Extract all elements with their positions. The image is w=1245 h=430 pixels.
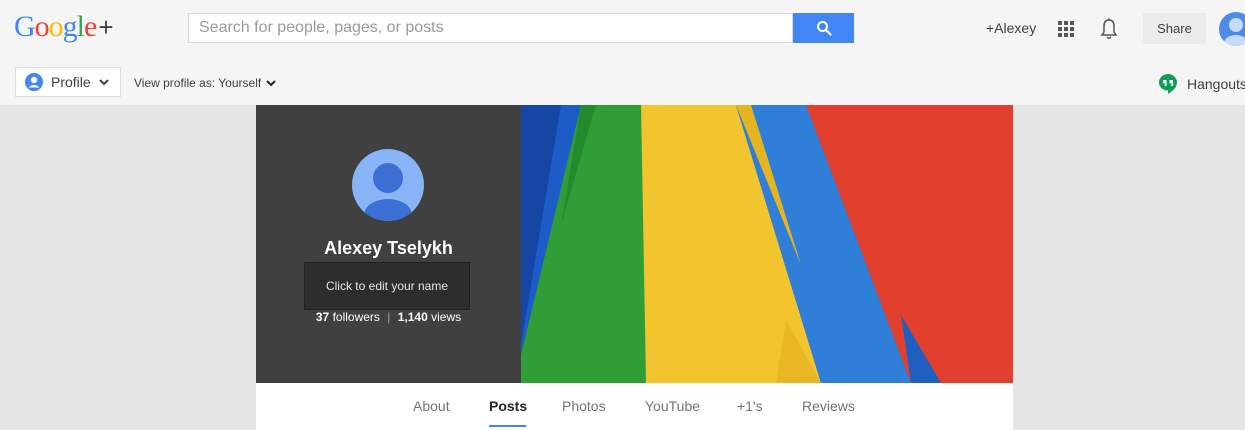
view-as-label: View profile as: Yourself	[134, 76, 262, 90]
profile-icon	[25, 73, 43, 91]
tab-plus-ones[interactable]: +1's	[737, 398, 763, 414]
profile-tabs: About Posts Photos YouTube +1's Reviews	[256, 383, 1013, 430]
google-plus-logo[interactable]: Google+	[14, 10, 114, 44]
hangouts-button[interactable]: Hangouts	[1159, 74, 1245, 94]
active-tab-indicator	[489, 425, 526, 427]
view-profile-as-dropdown[interactable]: View profile as: Yourself	[134, 76, 276, 90]
views-count: 1,140	[397, 310, 428, 324]
profile-toolbar: Profile View profile as: Yourself Hangou…	[0, 59, 1245, 105]
chevron-down-icon	[98, 78, 109, 85]
tab-about[interactable]: About	[413, 398, 450, 414]
hangouts-label: Hangouts	[1187, 76, 1245, 92]
notifications-bell-icon[interactable]	[1100, 18, 1118, 40]
avatar-person-icon	[364, 163, 412, 221]
apps-grid-icon[interactable]	[1058, 21, 1074, 37]
profile-avatar[interactable]	[352, 149, 424, 221]
logo-text: Google	[14, 10, 97, 43]
cover-photo-image	[521, 105, 1013, 383]
tab-photos[interactable]: Photos	[562, 398, 606, 414]
search-icon	[816, 21, 832, 36]
cover-photo[interactable]	[521, 105, 1013, 383]
views-label: views	[431, 310, 462, 324]
followers-count: 37	[315, 310, 330, 324]
profile-label: Profile	[51, 74, 91, 90]
chevron-down-icon	[266, 79, 276, 86]
logo-plus: +	[98, 12, 113, 42]
stats-separator: |	[387, 310, 391, 324]
search-button[interactable]	[793, 13, 854, 43]
tab-youtube[interactable]: YouTube	[645, 398, 700, 414]
tab-posts[interactable]: Posts	[489, 398, 527, 414]
edit-name-tooltip: Click to edit your name	[304, 262, 470, 310]
followers-label: followers	[332, 310, 380, 324]
profile-dropdown-button[interactable]: Profile	[15, 67, 121, 97]
user-profile-link[interactable]: +Alexey	[986, 20, 1036, 36]
search-box[interactable]	[188, 13, 793, 43]
profile-stats: 37 followers | 1,140 views	[256, 310, 521, 324]
profile-name[interactable]: Alexey Tselykh	[256, 238, 521, 259]
search-input[interactable]	[189, 14, 792, 42]
avatar-person-icon	[1224, 18, 1245, 46]
account-avatar[interactable]	[1219, 12, 1245, 46]
top-bar: Google+ +Alexey Share	[0, 0, 1245, 59]
hangouts-icon	[1159, 74, 1177, 94]
share-button[interactable]: Share	[1143, 13, 1206, 44]
tab-reviews[interactable]: Reviews	[802, 398, 855, 414]
